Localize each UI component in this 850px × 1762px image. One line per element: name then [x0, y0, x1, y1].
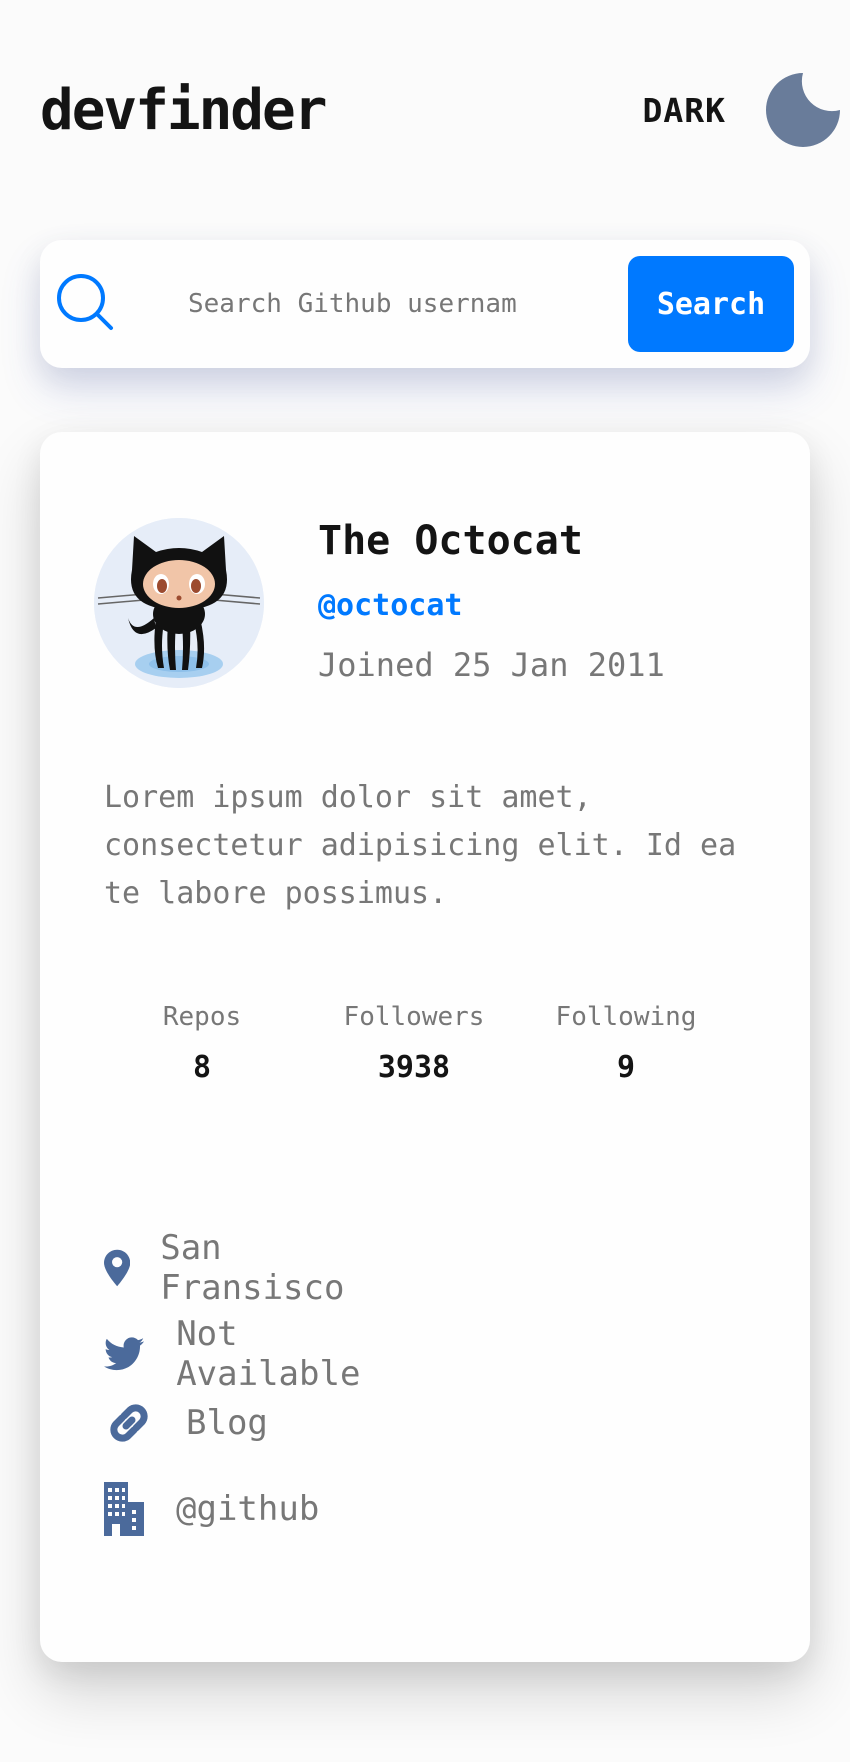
location-row: San Fransisco	[104, 1228, 354, 1308]
stat-value: 9	[616, 1050, 636, 1085]
profile-joined-date: Joined 25 Jan 2011	[318, 646, 665, 684]
location-pin-icon	[104, 1249, 131, 1287]
search-icon	[57, 274, 113, 330]
blog-link[interactable]: Blog	[186, 1403, 268, 1443]
company-row: @github	[104, 1482, 319, 1536]
stat-label: Following	[555, 1002, 697, 1032]
twitter-text: Not Available	[176, 1314, 361, 1394]
stats-panel: Repos 8 Followers 3938 Following 9	[128, 1002, 768, 1102]
company-text: @github	[176, 1489, 320, 1529]
stat-repos: Repos 8	[112, 1002, 292, 1085]
stat-label: Repos	[162, 1002, 242, 1032]
search-button[interactable]: Search	[628, 256, 794, 352]
page: devfinder DARK Search Github usernam Sea…	[0, 0, 850, 1762]
profile-name: The Octocat	[318, 518, 583, 564]
theme-toggle[interactable]: DARK	[643, 71, 842, 149]
app-logo: devfinder	[40, 77, 327, 143]
stat-value: 8	[192, 1050, 212, 1085]
moon-icon	[766, 73, 840, 147]
stat-followers: Followers 3938	[324, 1002, 504, 1085]
avatar	[94, 518, 264, 688]
stat-following: Following 9	[536, 1002, 716, 1085]
profile-login-link[interactable]: @octocat	[318, 588, 463, 623]
header: devfinder DARK	[40, 60, 842, 160]
theme-toggle-label: DARK	[642, 90, 726, 130]
building-icon	[104, 1482, 144, 1536]
search-input[interactable]	[188, 289, 618, 319]
octocat-avatar-image	[94, 518, 264, 688]
link-icon	[110, 1404, 148, 1442]
search-bar: Search	[40, 240, 810, 368]
stat-value: 3938	[377, 1050, 451, 1085]
location-text: San Fransisco	[160, 1228, 345, 1308]
blog-row[interactable]: Blog	[104, 1398, 268, 1448]
profile-bio: Lorem ipsum dolor sit amet, consectetur …	[104, 780, 737, 911]
twitter-row: Not Available	[104, 1314, 374, 1394]
twitter-icon	[104, 1337, 145, 1371]
profile-card: The Octocat @octocat Joined 25 Jan 2011 …	[40, 432, 810, 1662]
stat-label: Followers	[343, 1002, 485, 1032]
